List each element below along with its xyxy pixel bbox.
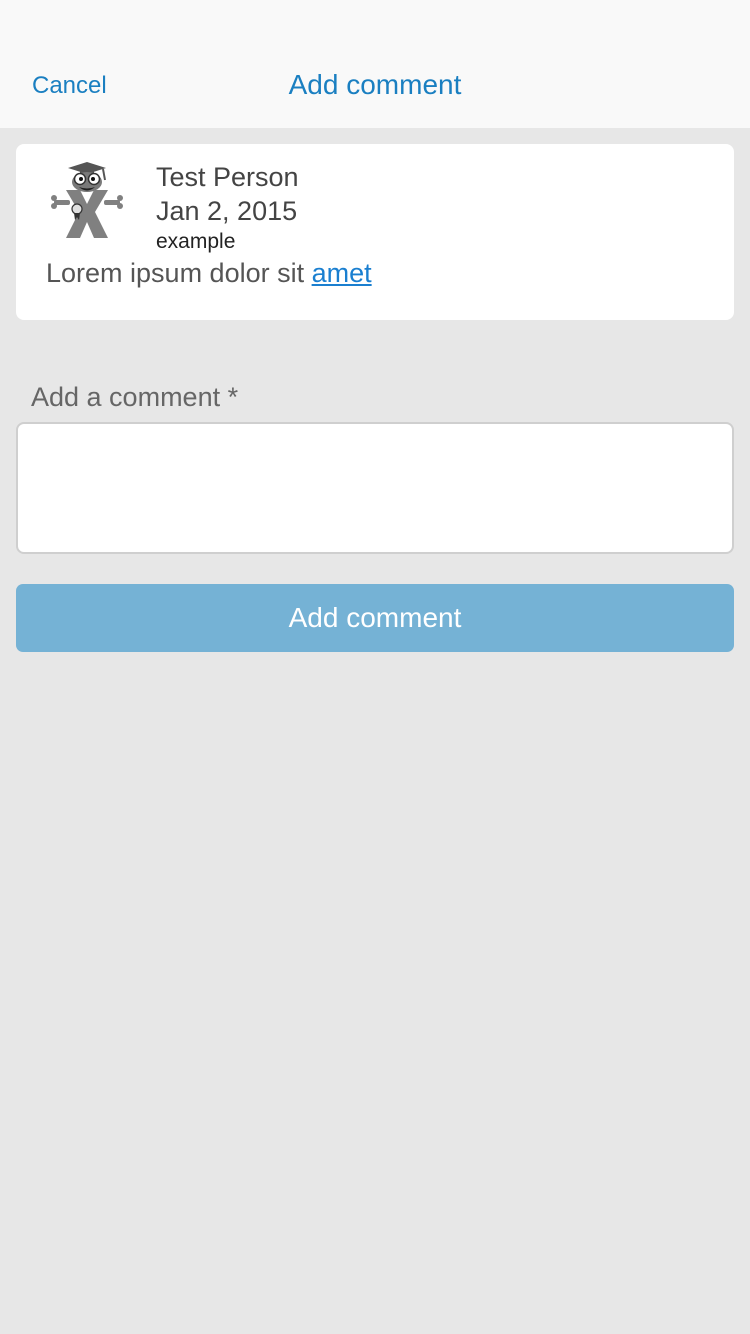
navigation-bar: Cancel Add comment (0, 0, 750, 128)
avatar (50, 160, 124, 240)
author-name: Test Person (156, 162, 299, 192)
comment-label: Add a comment * (31, 382, 239, 412)
mascot-x-icon (51, 162, 123, 238)
post-tag: example (156, 230, 236, 253)
post-body-text: Lorem ipsum dolor sit (46, 258, 312, 288)
post-card: Test Person Jan 2, 2015 example Lorem ip… (16, 144, 734, 320)
page-title: Add comment (288, 69, 462, 100)
post-body-link[interactable]: amet (312, 258, 372, 288)
comment-input[interactable] (16, 422, 734, 554)
post-date: Jan 2, 2015 (156, 196, 298, 226)
post-body: Lorem ipsum dolor sit amet (46, 258, 372, 289)
add-comment-button[interactable]: Add comment (16, 584, 734, 652)
